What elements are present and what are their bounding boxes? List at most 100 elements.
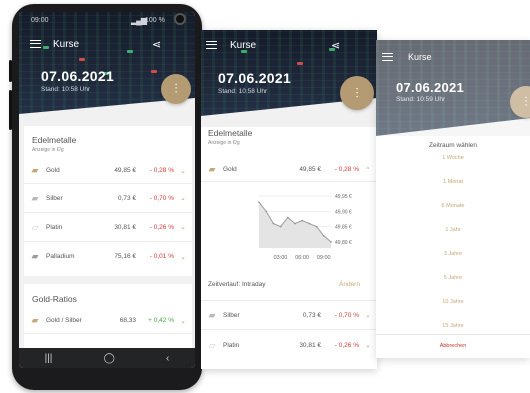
gold-ratios-card: Gold-Ratios ▰ Gold / Silber 68,33 + 0,42… bbox=[24, 284, 192, 354]
metal-name: Gold bbox=[223, 166, 237, 173]
chart-point bbox=[265, 210, 267, 213]
chevron-down-icon[interactable]: ⌄ bbox=[359, 341, 377, 349]
metal-price: 30,81 € bbox=[114, 223, 136, 231]
metal-change: - 0,26 % bbox=[334, 341, 359, 349]
metal-change: - 0,28 % bbox=[334, 166, 359, 173]
signal-icon: ▂▄▆ bbox=[131, 16, 147, 25]
chart-area bbox=[259, 202, 331, 248]
metal-row[interactable]: ▰ Silber 0,73 € - 0,70 % ⌄ bbox=[24, 184, 192, 213]
chevron-down-icon[interactable]: ⌄ bbox=[174, 253, 192, 261]
section-title: Edelmetalle bbox=[208, 128, 253, 138]
aendern-link[interactable]: Ändern bbox=[339, 281, 360, 288]
chart-point bbox=[330, 241, 332, 243]
chevron-down-icon[interactable]: ⌄ bbox=[174, 167, 192, 175]
chart-point bbox=[287, 216, 289, 219]
menu-icon[interactable] bbox=[30, 40, 41, 48]
share-icon[interactable]: ⋖ bbox=[152, 38, 161, 51]
metal-price: 49,85 € bbox=[114, 167, 136, 174]
zeitraum-option[interactable]: 6 Monate bbox=[376, 203, 530, 209]
metal-name: Platin bbox=[223, 341, 240, 349]
screen-zeitraum: Kurse 07.06.2021 Stand: 10:59 Uhr ⫶ Zeit… bbox=[376, 40, 530, 358]
sliders-icon: ⫶ bbox=[355, 84, 359, 101]
zeitraum-option[interactable]: 3 Jahre bbox=[376, 251, 530, 257]
metal-change: - 0,28 % bbox=[149, 167, 174, 174]
chevron-down-icon[interactable]: ⌄ bbox=[174, 317, 192, 325]
metal-change: - 0,70 % bbox=[149, 194, 174, 202]
chevron-up-icon[interactable]: ⌃ bbox=[359, 166, 377, 174]
silver-bars-icon: ▰ bbox=[208, 309, 216, 320]
ratio-change: + 0,42 % bbox=[148, 317, 174, 324]
chevron-down-icon[interactable]: ⌄ bbox=[174, 223, 192, 231]
chart-point bbox=[315, 225, 318, 228]
header-date: 07.06.2021 bbox=[218, 70, 292, 86]
chevron-down-icon[interactable]: ⌄ bbox=[359, 311, 377, 319]
section-subtitle: Anzeige in €/g bbox=[208, 140, 240, 146]
zeitraum-option[interactable]: 1 Jahr bbox=[376, 227, 530, 233]
section-subtitle: Anzeige in €/g bbox=[32, 147, 64, 153]
app-bar: Kurse ⋖ bbox=[19, 36, 195, 52]
section-title: Edelmetalle bbox=[32, 135, 77, 145]
x-tick-label: 09:00 bbox=[317, 255, 331, 261]
metal-row[interactable]: ▰ Gold 49,85 € - 0,28 % ⌄ bbox=[24, 158, 192, 184]
section-title: Gold-Ratios bbox=[32, 294, 77, 304]
platinum-bars-icon: ▱ bbox=[208, 339, 216, 350]
metal-price: 75,16 € bbox=[114, 253, 136, 260]
sliders-icon: ⫶ bbox=[174, 81, 178, 96]
metal-name: Palladium bbox=[46, 253, 75, 260]
metal-row[interactable]: ▱ Platin 30,81 € - 0,26 % ⌄ bbox=[24, 213, 192, 242]
gold-bars-icon: ▰ bbox=[208, 164, 216, 174]
zeitraum-option[interactable]: 5 Jahre bbox=[376, 275, 530, 281]
metal-name: Silber bbox=[46, 194, 63, 202]
header-stand: Stand: 10:58 Uhr bbox=[218, 88, 268, 95]
detail-card: Edelmetalle Anzeige in €/g ▰ Gold 49,85 … bbox=[201, 127, 377, 369]
chart-point bbox=[272, 222, 275, 225]
ratio-row[interactable]: ▰ Gold / Silber 68,33 + 0,42 % ⌄ bbox=[24, 308, 192, 334]
dialog-title: Zeitraum wählen bbox=[428, 142, 478, 149]
metal-row[interactable]: ▰ Silber 0,73 € - 0,70 % ⌄ bbox=[201, 300, 377, 330]
gold-bars-icon: ▰ bbox=[31, 315, 39, 325]
zeitraum-option[interactable]: 15 Jahre bbox=[376, 323, 530, 329]
back-button[interactable]: ‹ bbox=[166, 353, 169, 364]
recent-apps-button[interactable]: ||| bbox=[45, 353, 53, 364]
cancel-button[interactable]: Abbrechen bbox=[376, 343, 530, 349]
chart-point bbox=[308, 222, 311, 225]
y-tick-label: 49,85 € bbox=[335, 225, 352, 231]
zeitraum-option[interactable]: 1 Monat bbox=[376, 179, 530, 185]
status-bar: 09:00 ▂▄▆ 100 % bbox=[19, 12, 195, 30]
gold-bars-icon: ▰ bbox=[31, 165, 39, 175]
chart-point bbox=[279, 225, 282, 228]
app-title: Kurse bbox=[53, 38, 80, 50]
ratio-name: Gold / Silber bbox=[46, 317, 82, 324]
edelmetalle-card: Edelmetalle Anzeige in €/g ▰ Gold 49,85 … bbox=[24, 126, 192, 276]
header-stand: Stand: 10:58 Uhr bbox=[41, 86, 91, 93]
zeitraum-dialog: Zeitraum wählen 1 Woche 1 Monat 6 Monate… bbox=[376, 136, 530, 358]
share-icon[interactable]: ⋖ bbox=[331, 39, 340, 52]
header-date: 07.06.2021 bbox=[41, 68, 115, 84]
metal-price: 0,73 € bbox=[302, 311, 321, 319]
metal-row-expanded[interactable]: ▰ Gold 49,85 € - 0,28 % ⌃ bbox=[201, 158, 377, 182]
y-tick-label: 49,95 € bbox=[335, 194, 352, 200]
zeitraum-option[interactable]: 10 Jahre bbox=[376, 299, 530, 305]
android-nav-bar: ||| ◯ ‹ bbox=[19, 348, 195, 368]
home-button[interactable]: ◯ bbox=[104, 353, 115, 364]
chart-point bbox=[294, 222, 296, 225]
metal-change: - 0,01 % bbox=[149, 253, 174, 260]
dialog-divider bbox=[376, 334, 530, 335]
power-button bbox=[9, 90, 12, 130]
silver-bars-icon: ▰ bbox=[31, 192, 39, 203]
battery-text: 100 % bbox=[145, 17, 165, 24]
metal-row[interactable]: ▱ Platin 30,81 € - 0,26 % ⌄ bbox=[201, 330, 377, 360]
filter-button[interactable]: ⫶ bbox=[340, 76, 374, 110]
y-tick-label: 49,80 € bbox=[335, 240, 352, 246]
zeitraum-option[interactable]: 1 Woche bbox=[376, 155, 530, 161]
menu-icon[interactable] bbox=[206, 41, 217, 49]
chevron-down-icon[interactable]: ⌄ bbox=[174, 194, 192, 202]
app-title: Kurse bbox=[230, 39, 257, 51]
metal-change: - 0,26 % bbox=[149, 223, 174, 231]
screen-detail: Kurse ⋖ 07.06.2021 Stand: 10:58 Uhr ⫶ Ed… bbox=[201, 30, 377, 369]
metal-name: Gold bbox=[46, 167, 60, 174]
filter-button[interactable]: ⫶ bbox=[161, 74, 191, 104]
palladium-bars-icon: ▰ bbox=[31, 251, 39, 261]
volume-button bbox=[9, 60, 12, 82]
metal-row[interactable]: ▰ Palladium 75,16 € - 0,01 % ⌄ bbox=[24, 242, 192, 271]
